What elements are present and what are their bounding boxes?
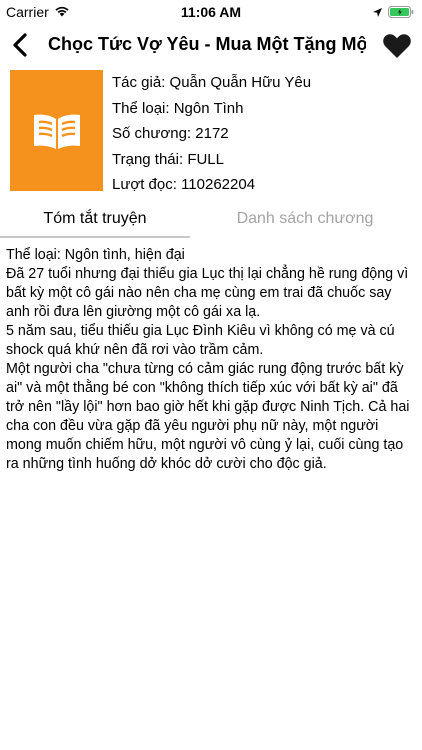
page-title: Chọc Tức Vợ Yêu - Mua Một Tặng Một [48,34,366,54]
tab-chapter-list[interactable]: Danh sách chương [210,202,400,235]
views-label: Lượt đọc: 110262204 [112,176,256,193]
location-icon [372,5,383,21]
chevron-left-icon [13,33,27,57]
status-right [372,5,414,21]
tab-bar: Tóm tắt truyện Danh sách chương [0,202,422,238]
book-cover [10,70,103,191]
tab-indicator [0,236,190,238]
nav-bar: Chọc Tức Vợ Yêu - Mua Một Tặng Một [0,24,422,66]
status-time: 11:06 AM [180,4,242,20]
back-button[interactable] [8,32,34,58]
status-bar: Carrier 11:06 AM [0,0,422,24]
favorite-button[interactable] [382,32,412,60]
summary-text: Thể loại: Ngôn tình, hiện đại Đã 27 tuổi… [6,247,410,472]
genre-label: Thể loại: Ngôn Tình [112,99,244,117]
chapter-count-label: Số chương: 2172 [112,125,229,142]
tab-summary[interactable]: Tóm tắt truyện [0,202,190,235]
heart-icon [383,34,411,58]
book-info: Tác giả: Quẫn Quẫn Hữu Yêu Thể loại: Ngô… [112,70,311,198]
status-label: Trạng thái: FULL [112,150,224,168]
author-label: Tác giả: Quẫn Quẫn Hữu Yêu [112,74,312,91]
open-book-icon [33,114,80,149]
battery-icon [388,5,414,21]
